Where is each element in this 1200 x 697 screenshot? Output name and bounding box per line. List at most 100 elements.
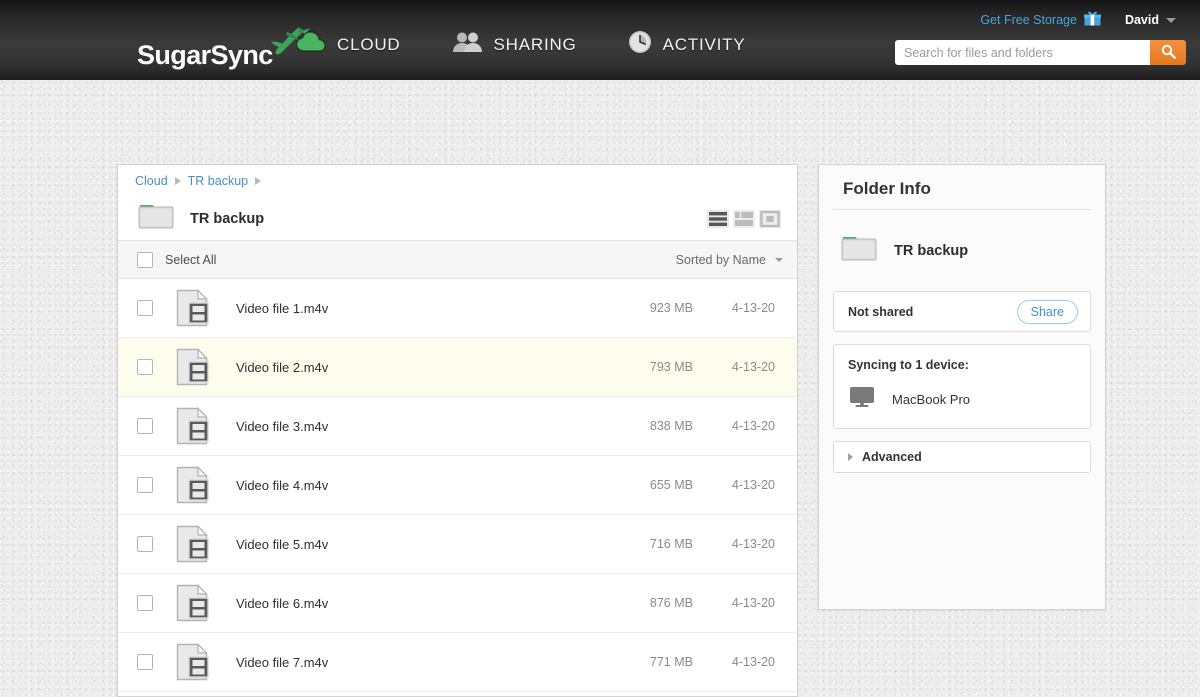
sync-device-name: MacBook Pro: [892, 392, 971, 407]
select-all-checkbox[interactable]: [137, 251, 153, 268]
list-view-toggle[interactable]: [707, 209, 729, 228]
file-select-checkbox[interactable]: [137, 654, 153, 670]
sort-dropdown[interactable]: Sorted by Name: [676, 253, 783, 267]
file-browser-panel: Cloud TR backup TR backup Select All Sor…: [117, 164, 798, 697]
sync-devices-card: Syncing to 1 device: MacBook Pro: [833, 344, 1091, 429]
thumbnail-view-toggle[interactable]: [759, 209, 781, 228]
nav-item-sharing[interactable]: SHARING: [452, 30, 577, 59]
folder-header: TR backup: [118, 197, 797, 241]
nav-label-cloud: CLOUD: [337, 34, 401, 54]
folder-icon: [839, 232, 879, 269]
file-date: 4-13-20: [731, 596, 775, 610]
file-size: 716 MB: [649, 537, 693, 551]
file-name: Video file 1.m4v: [236, 300, 329, 316]
file-select-checkbox[interactable]: [137, 595, 153, 611]
breadcrumb: Cloud TR backup: [118, 165, 797, 197]
nav-label-activity: ACTIVITY: [662, 34, 746, 54]
file-select-checkbox[interactable]: [137, 300, 153, 316]
file-size: 771 MB: [649, 655, 693, 669]
chevron-down-icon: [1166, 17, 1176, 23]
cloud-icon: [295, 31, 327, 58]
select-all-label: Select All: [165, 252, 217, 267]
video-file-icon: [175, 348, 211, 386]
brand-name: SugarSync: [137, 40, 273, 70]
breadcrumb-item-cloud[interactable]: Cloud: [135, 174, 168, 188]
video-file-icon: [175, 289, 211, 327]
search-input[interactable]: [895, 40, 1150, 65]
sharing-status-card: Not shared Share: [833, 291, 1091, 332]
chevron-right-icon: [848, 453, 853, 461]
brand-logo[interactable]: SugarSync: [137, 24, 311, 69]
folder-title: TR backup: [190, 210, 265, 227]
header-account-area: Get Free Storage David: [980, 11, 1176, 29]
search-box: [895, 40, 1186, 65]
video-file-icon: [175, 407, 211, 445]
user-name-label: David: [1124, 13, 1159, 27]
gift-icon: [1083, 11, 1101, 29]
file-select-checkbox[interactable]: [137, 418, 153, 434]
file-row[interactable]: Video file 5.m4v 716 MB 4-13-20: [118, 515, 797, 574]
file-date: 4-13-20: [731, 419, 775, 433]
folder-info-folder-row: TR backup: [819, 210, 1105, 291]
video-file-icon: [175, 584, 211, 622]
sharing-status-label: Not shared: [848, 304, 914, 319]
folder-info-panel: Folder Info TR backup Not shared Share S…: [818, 164, 1106, 610]
list-toolbar: Select All Sorted by Name: [118, 241, 797, 279]
advanced-section[interactable]: Advanced: [833, 441, 1091, 473]
file-name: Video file 5.m4v: [236, 536, 329, 552]
free-storage-label: Get Free Storage: [980, 13, 1077, 27]
search-icon: [1161, 44, 1176, 62]
share-button[interactable]: Share: [1016, 299, 1078, 324]
file-size: 876 MB: [649, 596, 693, 610]
folder-info-folder-name: TR backup: [894, 242, 969, 259]
breadcrumb-item-tr-backup[interactable]: TR backup: [188, 174, 248, 188]
file-name: Video file 7.m4v: [236, 654, 329, 670]
file-name: Video file 4.m4v: [236, 477, 329, 493]
advanced-label: Advanced: [862, 450, 922, 464]
main-navigation: CLOUD SHARING ACTIVITY: [295, 30, 746, 59]
folder-info-title: Folder Info: [843, 179, 931, 198]
file-date: 4-13-20: [731, 537, 775, 551]
file-row[interactable]: Video file 6.m4v 876 MB 4-13-20: [118, 574, 797, 633]
file-row[interactable]: Video file 4.m4v 655 MB 4-13-20: [118, 456, 797, 515]
search-button[interactable]: [1150, 40, 1186, 65]
page-body: Cloud TR backup TR backup Select All Sor…: [0, 80, 1200, 697]
top-header-bar: SugarSync CLOUD SHARING ACTIVITY Get Fre…: [0, 0, 1200, 80]
video-file-icon: [175, 525, 211, 563]
sync-device-item[interactable]: MacBook Pro: [848, 385, 1090, 414]
nav-item-activity[interactable]: ACTIVITY: [628, 30, 746, 59]
get-free-storage-link[interactable]: Get Free Storage: [980, 11, 1101, 29]
file-date: 4-13-20: [731, 478, 775, 492]
monitor-icon: [848, 385, 876, 414]
people-icon: [452, 31, 483, 58]
file-name: Video file 2.m4v: [236, 359, 329, 375]
file-select-checkbox[interactable]: [137, 477, 153, 493]
sort-label: Sorted by Name: [675, 252, 766, 267]
file-row[interactable]: Video file 3.m4v 838 MB 4-13-20: [118, 397, 797, 456]
sync-devices-title: Syncing to 1 device:: [848, 358, 969, 372]
file-list: Video file 1.m4v 923 MB 4-13-20 Video file…: [118, 279, 797, 692]
file-name: Video file 6.m4v: [236, 595, 329, 611]
video-file-icon: [175, 643, 211, 681]
file-date: 4-13-20: [731, 301, 775, 315]
file-date: 4-13-20: [731, 360, 775, 374]
breadcrumb-separator-icon: [255, 177, 262, 185]
file-size: 793 MB: [649, 360, 693, 374]
video-file-icon: [175, 466, 211, 504]
user-menu[interactable]: David: [1125, 13, 1176, 27]
file-size: 923 MB: [649, 301, 693, 315]
nav-item-cloud[interactable]: CLOUD: [295, 30, 401, 59]
file-row[interactable]: Video file 2.m4v 793 MB 4-13-20: [118, 338, 797, 397]
details-view-toggle[interactable]: [733, 209, 755, 228]
file-select-checkbox[interactable]: [137, 536, 153, 552]
file-row[interactable]: Video file 7.m4v 771 MB 4-13-20: [118, 633, 797, 692]
file-name: Video file 3.m4v: [236, 418, 329, 434]
nav-label-sharing: SHARING: [493, 34, 577, 54]
folder-icon: [136, 200, 176, 237]
file-size: 838 MB: [649, 419, 693, 433]
clock-icon: [628, 30, 652, 59]
breadcrumb-separator-icon: [174, 177, 181, 185]
file-select-checkbox[interactable]: [137, 359, 153, 375]
view-toggle-group: [707, 209, 781, 228]
file-row[interactable]: Video file 1.m4v 923 MB 4-13-20: [118, 279, 797, 338]
